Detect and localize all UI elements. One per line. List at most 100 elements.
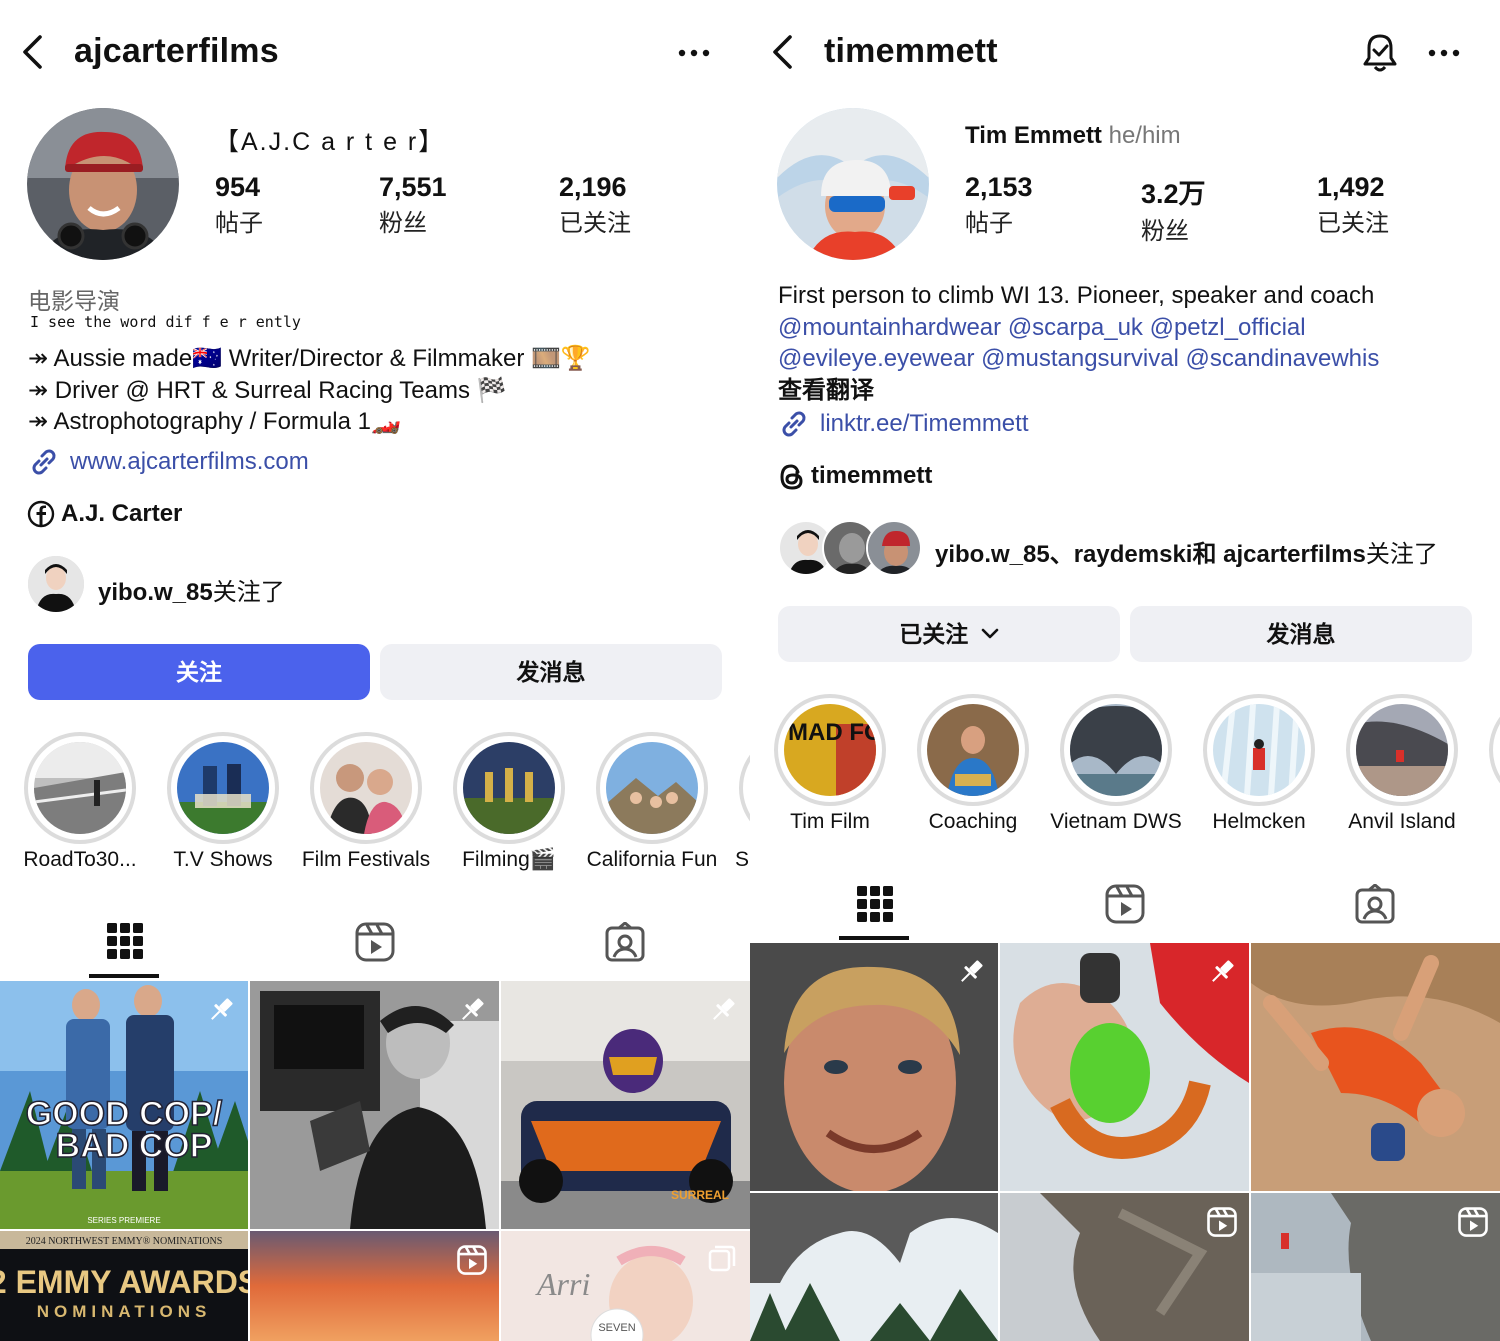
stat-followers-label: 粉丝 — [379, 210, 427, 237]
carousel-icon — [708, 1245, 736, 1278]
profile-category: 电影导演 — [28, 288, 120, 314]
reel-icon — [1207, 1207, 1237, 1242]
active-tab-indicator — [89, 974, 159, 978]
pinned-icon — [206, 995, 236, 1030]
see-translation-link[interactable]: 查看翻译 — [778, 375, 1488, 407]
following-button-label: 已关注 — [899, 621, 969, 647]
reel-icon — [457, 1245, 487, 1280]
stat-followers-value: 3.2万 — [1141, 179, 1206, 209]
header-username: ajcarterfilms — [74, 32, 279, 70]
stat-following[interactable]: 1,492 已关注 — [1317, 172, 1389, 238]
notification-bell-icon[interactable] — [1361, 32, 1399, 74]
bio-line: ↠ Astrophotography / Formula 1🏎️ — [28, 408, 401, 435]
highlight-partial[interactable] — [739, 732, 750, 844]
stat-posts-label: 帖子 — [965, 210, 1013, 237]
tagged-tab-icon[interactable] — [605, 922, 645, 962]
grid-tab-icon[interactable] — [857, 886, 893, 922]
highlight-label: Filming🎬 — [462, 848, 556, 871]
post-tile[interactable]: 2024 NORTHWEST EMMY® NOMINATIONS 2 EMMY … — [0, 1231, 248, 1341]
highlight-label: Coaching — [928, 810, 1018, 833]
highlight-vietnam-dws[interactable] — [1060, 694, 1172, 806]
highlight-tv-shows[interactable] — [167, 732, 279, 844]
post-tile[interactable]: Arri SEVEN — [501, 1231, 750, 1341]
highlight-label: Film Festivals — [301, 848, 431, 871]
stat-following-label: 已关注 — [1317, 210, 1389, 237]
active-tab-indicator — [839, 936, 909, 940]
stat-followers[interactable]: 3.2万 粉丝 — [1141, 172, 1206, 246]
highlight-thumbnail — [463, 742, 555, 834]
followed-by-text[interactable]: yibo.w_85、raydemski和 ajcarterfilms关注了 — [935, 534, 1438, 569]
grid-tab-icon[interactable] — [107, 923, 143, 959]
post-tile[interactable] — [250, 981, 499, 1229]
reel-icon — [1458, 1207, 1488, 1242]
post-tile[interactable]: GOOD COP/ BAD COP SERIES PREMIERE — [0, 981, 248, 1229]
highlight-roadto30[interactable] — [24, 732, 136, 844]
stat-followers[interactable]: 7,551 粉丝 — [379, 172, 447, 238]
post-tile[interactable] — [750, 943, 998, 1191]
stat-following-label: 已关注 — [559, 210, 631, 237]
followed-by-suffix: 关注了 — [212, 579, 285, 606]
followed-by-text[interactable]: yibo.w_85关注了 — [98, 572, 285, 607]
highlight-thumbnail — [34, 742, 126, 834]
following-dropdown-button[interactable]: 已关注 — [778, 606, 1120, 662]
profile-website-link[interactable]: linktr.ee/Timemmett — [820, 410, 1029, 438]
reels-tab-icon[interactable] — [355, 922, 395, 962]
follower-avatar[interactable] — [28, 556, 84, 612]
poster-small-text: SERIES PREMIERE — [87, 1216, 160, 1225]
post-tile[interactable] — [250, 1231, 499, 1341]
profile-avatar[interactable] — [27, 108, 179, 260]
highlight-label: Helmcken — [1212, 810, 1306, 833]
highlight-california-fun[interactable] — [596, 732, 708, 844]
reels-tab-icon[interactable] — [1105, 884, 1145, 924]
stat-posts[interactable]: 2,153 帖子 — [965, 172, 1033, 238]
highlight-tim-film[interactable]: MAD FOR IT — [774, 694, 886, 806]
message-button[interactable]: 发消息 — [380, 644, 722, 700]
threads-link[interactable]: timemmett — [811, 462, 932, 490]
more-options-icon[interactable] — [1428, 47, 1460, 59]
post-tile[interactable]: SURREAL — [501, 981, 750, 1229]
message-button[interactable]: 发消息 — [1130, 606, 1472, 662]
profile-pronouns: he/him — [1108, 122, 1181, 149]
post-tile[interactable] — [1000, 943, 1249, 1191]
post-tile[interactable] — [1251, 943, 1500, 1191]
stat-followers-label: 粉丝 — [1141, 218, 1189, 245]
kart-brand-text: SURREAL — [671, 1188, 729, 1202]
highlight-film-festivals[interactable] — [310, 732, 422, 844]
link-icon — [778, 408, 810, 440]
stat-posts[interactable]: 954 帖子 — [215, 172, 263, 238]
highlight-filming[interactable] — [453, 732, 565, 844]
followed-by-user: yibo.w_85 — [98, 579, 213, 606]
stat-posts-label: 帖子 — [215, 210, 263, 237]
highlight-label: T.V Shows — [173, 848, 273, 871]
highlight-partial[interactable] — [1489, 694, 1500, 806]
highlight-label: Tim Film — [790, 810, 870, 833]
stat-following-value: 2,196 — [559, 172, 627, 202]
post-tile[interactable] — [1251, 1193, 1500, 1341]
back-chevron-icon[interactable] — [20, 34, 46, 70]
profile-panel-ajcarterfilms: ajcarterfilms 【A.J.C a r t e r】 954 帖子 7… — [0, 0, 750, 1341]
highlight-helmcken[interactable] — [1203, 694, 1315, 806]
tagged-tab-icon[interactable] — [1355, 884, 1395, 924]
threads-icon — [778, 462, 806, 492]
followed-by-users: yibo.w_85、raydemski和 ajcarterfilms — [935, 541, 1366, 568]
bio-mentions[interactable]: @evileye.eyewear @mustangsurvival @scand… — [778, 343, 1488, 375]
post-tile[interactable] — [1000, 1193, 1249, 1341]
baby-badge-text: SEVEN — [598, 1322, 635, 1334]
profile-display-name: 【A.J.C a r t e r】 — [214, 128, 446, 156]
more-options-icon[interactable] — [678, 47, 710, 59]
highlight-thumbnail: MAD FOR IT — [784, 704, 876, 796]
bio-mentions[interactable]: @mountainhardwear @scarpa_uk @petzl_offi… — [778, 312, 1488, 344]
facebook-link[interactable]: A.J. Carter — [61, 500, 182, 528]
follower-avatar[interactable] — [866, 520, 922, 576]
highlight-coaching[interactable] — [917, 694, 1029, 806]
post-tile[interactable] — [750, 1193, 998, 1341]
profile-tagline: I see the word dif f e r ently — [30, 313, 301, 331]
highlight-label: California Fun — [586, 848, 718, 871]
profile-website-link[interactable]: www.ajcarterfilms.com — [70, 448, 309, 476]
back-chevron-icon[interactable] — [770, 34, 796, 70]
follow-button[interactable]: 关注 — [28, 644, 370, 700]
highlight-anvil-island[interactable] — [1346, 694, 1458, 806]
profile-avatar[interactable] — [777, 108, 929, 260]
emmy-sub-text: NOMINATIONS — [37, 1302, 212, 1321]
stat-following[interactable]: 2,196 已关注 — [559, 172, 631, 238]
